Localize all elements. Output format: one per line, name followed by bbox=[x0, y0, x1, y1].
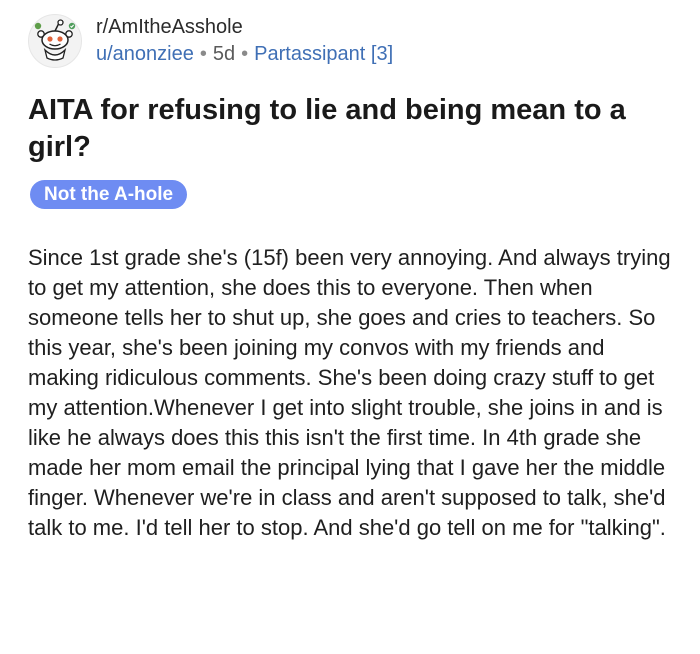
byline: u/anonziee • 5d • Partassipant [3] bbox=[96, 41, 393, 67]
snoo-mascot-icon bbox=[34, 19, 76, 61]
post-header: r/AmItheAsshole u/anonziee • 5d • Partassipa… bbox=[28, 12, 393, 70]
post-meta: r/AmItheAsshole u/anonziee • 5d • Partassipa… bbox=[96, 15, 393, 67]
post-body: Since 1st grade she's (15f) been very an… bbox=[28, 245, 671, 540]
post-flair-badge[interactable]: Not the A-hole bbox=[30, 180, 188, 209]
user-flair: Partassipant [3] bbox=[254, 43, 394, 65]
reddit-post: r/AmItheAsshole u/anonziee • 5d • Partassipa… bbox=[0, 0, 700, 654]
post-title[interactable]: AITA for refusing to lie and being mean … bbox=[28, 92, 678, 166]
post-age: 5d bbox=[212, 43, 236, 65]
separator-dot: • bbox=[241, 43, 249, 65]
author-link[interactable]: u/anonziee bbox=[96, 43, 194, 65]
subreddit-avatar[interactable] bbox=[28, 14, 82, 68]
separator-dot: • bbox=[199, 43, 207, 65]
subreddit-name[interactable]: r/AmItheAsshole bbox=[96, 15, 393, 39]
